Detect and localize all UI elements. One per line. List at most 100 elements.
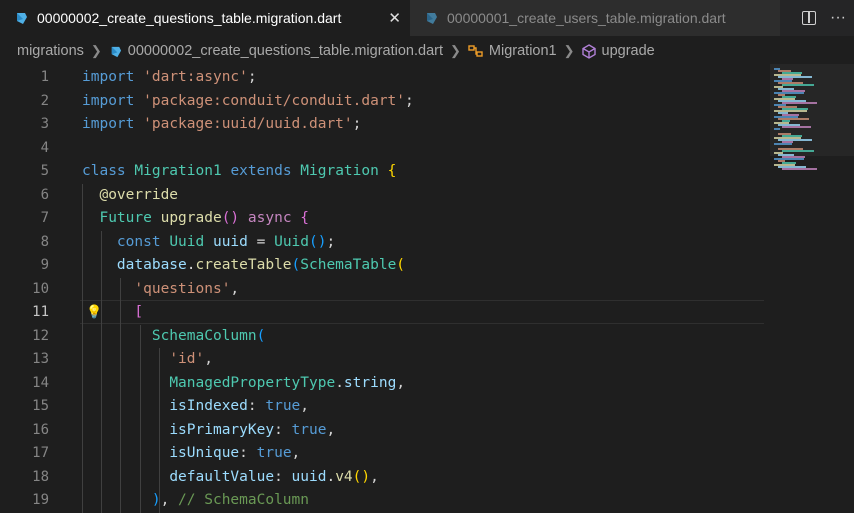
code-text: import 'dart:async'; (82, 66, 257, 90)
code-line[interactable]: 💡 11 [ (0, 300, 770, 325)
code-token: class (82, 163, 126, 179)
chevron-right-icon: ❯ (450, 43, 461, 58)
line-number: 11 (32, 304, 49, 320)
code-line[interactable]: 15 isIndexed: true, (0, 395, 770, 419)
line-number: 15 (32, 398, 49, 414)
class-symbol-icon (468, 45, 483, 57)
line-number: 13 (32, 351, 49, 367)
code-line[interactable]: 7 Future upgrade() async { (0, 207, 770, 231)
indent-guide (140, 324, 141, 513)
line-number: 12 (32, 327, 49, 344)
code-token: async (247, 210, 292, 226)
code-token: Future (99, 210, 152, 226)
code-token: true (265, 398, 301, 414)
dart-file-icon (17, 13, 27, 24)
code-token: createTable (195, 257, 292, 273)
tab-users-migration[interactable]: 00000001_create_users_table.migration.da… (410, 0, 780, 36)
breadcrumb-method-label: upgrade (601, 43, 655, 59)
code-editor[interactable]: 1 import 'dart:async'; 2 import 'package:co… (0, 64, 854, 513)
code-text: class Migration1 extends Migration { (82, 160, 396, 184)
line-number: 7 (40, 210, 49, 226)
code-token: true (291, 421, 327, 438)
code-token: import (82, 92, 135, 109)
code-token: ( (256, 327, 266, 344)
code-token: isPrimaryKey (169, 421, 275, 438)
close-icon[interactable]: ✕ (388, 9, 401, 27)
code-token: : (274, 468, 292, 485)
minimap[interactable] (770, 64, 854, 502)
tab-label: 00000001_create_users_table.migration.da… (447, 10, 726, 26)
code-token: , (326, 421, 336, 438)
minimap-line (782, 84, 814, 86)
line-number: 14 (32, 374, 49, 391)
code-token: 'dart:async' (143, 69, 248, 85)
split-editor-icon[interactable] (802, 11, 817, 25)
code-line[interactable]: 17 isUnique: true, (0, 442, 770, 466)
line-number: 19 (32, 492, 49, 508)
code-token: , (396, 374, 406, 391)
code-line[interactable]: 4 (0, 137, 770, 161)
code-token: = (247, 233, 275, 250)
code-line[interactable]: 5 class Migration1 extends Migration { (0, 160, 770, 184)
more-actions-icon[interactable]: ··· (830, 9, 846, 27)
breadcrumb-file[interactable]: 00000002_create_questions_table.migratio… (109, 43, 443, 59)
code-token: const (116, 233, 161, 250)
dart-file-icon (111, 46, 121, 57)
code-text: ManagedPropertyType.string, (82, 372, 405, 396)
code-token: { (387, 163, 397, 179)
minimap-line (782, 126, 811, 128)
code-token: isUnique (169, 445, 240, 461)
code-token: Migration1 (134, 163, 222, 179)
breadcrumb-file-label: 00000002_create_questions_table.migratio… (127, 43, 443, 59)
code-token: ManagedPropertyType (169, 374, 336, 391)
code-line[interactable]: 9 database.createTable(SchemaTable( (0, 254, 770, 278)
code-line[interactable]: 14 ManagedPropertyType.string, (0, 372, 770, 396)
breadcrumb-class[interactable]: Migration1 (468, 43, 557, 59)
code-line[interactable]: 12 SchemaColumn( (0, 325, 770, 349)
breadcrumb-folder-label: migrations (17, 43, 84, 59)
code-token: , (300, 398, 310, 414)
breadcrumb-method[interactable]: upgrade (581, 43, 655, 59)
code-token: , (204, 351, 213, 367)
code-line[interactable]: 19 ), // SchemaColumn (0, 489, 770, 513)
code-token: 'id' (169, 351, 205, 367)
code-text: import 'package:conduit/conduit.dart'; (82, 90, 414, 114)
code-token: : (274, 421, 292, 438)
code-token: upgrade (160, 210, 222, 226)
tab-questions-migration[interactable]: 00000002_create_questions_table.migratio… (0, 0, 410, 36)
minimap-line (782, 150, 814, 152)
code-token: Uuid (274, 233, 310, 250)
dart-file-icon (427, 13, 437, 24)
code-line[interactable]: 1 import 'dart:async'; (0, 66, 770, 90)
code-token: () (309, 233, 327, 250)
code-token: @override (99, 186, 179, 203)
code-token: ( (291, 257, 301, 273)
indent-guide (101, 230, 102, 513)
code-line[interactable]: 2 import 'package:conduit/conduit.dart'; (0, 90, 770, 114)
code-line[interactable]: 6 @override (0, 184, 770, 208)
code-token: , (291, 445, 301, 461)
breadcrumb-folder[interactable]: migrations (17, 43, 84, 59)
code-line[interactable]: 18 defaultValue: uuid.v4(), (0, 466, 770, 490)
code-token: ; (247, 69, 257, 85)
code-line[interactable]: 10 'questions', (0, 278, 770, 302)
code-line[interactable]: 8 const Uuid uuid = Uuid(); (0, 231, 770, 255)
chevron-right-icon: ❯ (90, 43, 102, 58)
code-token: defaultValue (169, 468, 275, 485)
code-line[interactable]: 13 'id', (0, 348, 770, 372)
code-line[interactable]: 16 isPrimaryKey: true, (0, 419, 770, 443)
minimap-line (782, 168, 817, 170)
code-token: Uuid (169, 233, 205, 250)
code-line[interactable]: 3 import 'package:uuid/uuid.dart'; (0, 113, 770, 137)
minimap-line (774, 143, 792, 145)
code-text: database.createTable(SchemaTable( (82, 254, 405, 278)
